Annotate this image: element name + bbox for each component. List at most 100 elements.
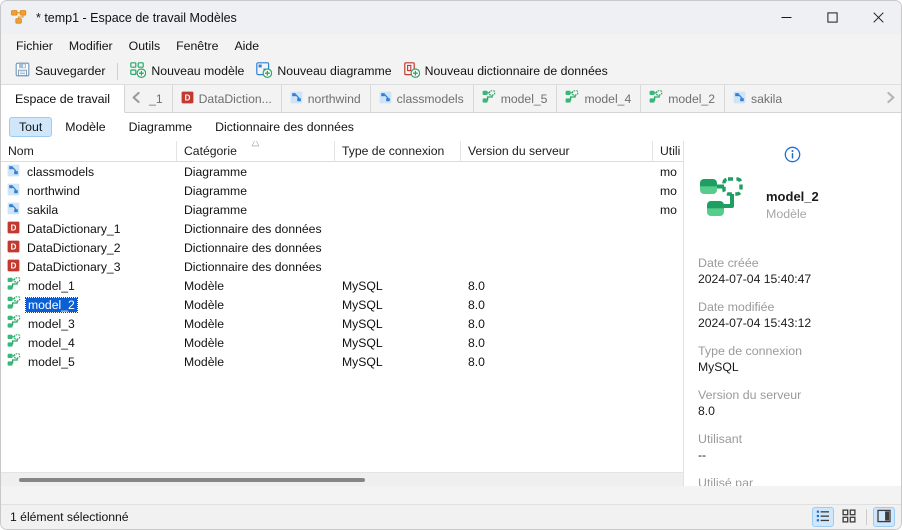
tab-partial-1[interactable]: _1	[147, 85, 172, 112]
info-circle-icon[interactable]	[784, 146, 801, 166]
diagram-icon	[7, 183, 20, 199]
table-row[interactable]: D DataDictionary_3 Dictionnaire des donn…	[1, 257, 683, 276]
table-row[interactable]: northwind Diagramme mo	[1, 181, 683, 200]
close-button[interactable]	[855, 1, 901, 34]
column-header-nom[interactable]: Nom	[1, 141, 177, 161]
filter-dictionnaire[interactable]: Dictionnaire des données	[205, 117, 364, 137]
tab-model-5[interactable]: model_5	[472, 85, 557, 112]
toolbar-separator	[117, 62, 119, 80]
column-label: Utili	[660, 144, 681, 158]
cell-version: 8.0	[468, 297, 485, 312]
tab-sakila[interactable]: sakila	[724, 85, 792, 112]
new-model-button[interactable]: Nouveau modèle	[124, 59, 250, 84]
item-list-pane: Nom △ Catégorie Type de connexion Versio…	[1, 141, 684, 486]
column-header-utilisant[interactable]: Utili	[653, 141, 683, 161]
cell-version: 8.0	[468, 278, 485, 293]
save-label: Sauvegarder	[35, 64, 106, 78]
new-diagram-icon	[256, 61, 273, 81]
detail-fields: Date créée 2024-07-04 15:40:47 Date modi…	[684, 234, 901, 486]
save-icon	[15, 62, 30, 80]
table-row[interactable]: D DataDictionary_2 Dictionnaire des donn…	[1, 238, 683, 257]
new-dictionary-icon	[403, 61, 420, 81]
column-header-version-du-serveur[interactable]: Version du serveur	[461, 141, 653, 161]
detail-title-block: model_2 Modèle	[766, 189, 819, 221]
table-row[interactable]: sakila Diagramme mo	[1, 200, 683, 219]
filter-diagramme[interactable]: Diagramme	[119, 117, 203, 137]
table-row[interactable]: classmodels Diagramme mo	[1, 162, 683, 181]
row-name: model_1	[28, 278, 75, 293]
field-label: Date créée	[698, 256, 759, 270]
list-view-icon	[816, 509, 830, 526]
tab-model-2[interactable]: model_2	[640, 85, 724, 112]
filter-bar: Tout Modèle Diagramme Dictionnaire des d…	[1, 113, 901, 141]
tab-espace-de-travail[interactable]: Espace de travail	[1, 85, 126, 113]
cell-utilisant: mo	[660, 164, 677, 179]
new-dictionary-button[interactable]: Nouveau dictionnaire de données	[398, 59, 614, 84]
grid-view-icon	[842, 508, 856, 526]
maximize-button[interactable]	[809, 1, 855, 34]
diagram-icon	[290, 91, 303, 107]
list-view-button[interactable]	[812, 507, 834, 527]
table-row[interactable]: model_4 Modèle MySQL 8.0	[1, 333, 683, 352]
filter-modele[interactable]: Modèle	[55, 117, 115, 137]
filter-tout[interactable]: Tout	[9, 117, 53, 137]
cell-nom: classmodels	[1, 164, 177, 180]
table-row[interactable]: model_5 Modèle MySQL 8.0	[1, 352, 683, 371]
table-row[interactable]: D DataDictionary_1 Dictionnaire des donn…	[1, 219, 683, 238]
detail-field-utilisant: Utilisant --	[698, 432, 901, 462]
column-header-type-de-connexion[interactable]: Type de connexion	[335, 141, 461, 161]
cell-nom: D DataDictionary_2	[1, 240, 177, 256]
tab-scroll-left-button[interactable]	[125, 85, 148, 112]
detail-panel-toggle-button[interactable]	[873, 507, 895, 527]
new-model-icon	[130, 61, 147, 81]
detail-field-date-creee: Date créée 2024-07-04 15:40:47	[698, 256, 901, 286]
model-icon	[7, 353, 21, 370]
diagram-icon	[733, 91, 746, 107]
cell-nom: northwind	[1, 183, 177, 199]
new-diagram-button[interactable]: Nouveau diagramme	[250, 59, 397, 84]
menu-item-fenetre[interactable]: Fenêtre	[169, 36, 225, 56]
tab-northwind[interactable]: northwind	[280, 85, 370, 112]
tab-label: model_4	[584, 91, 632, 106]
column-label: Version du serveur	[468, 144, 570, 158]
horizontal-scrollbar[interactable]	[1, 472, 683, 486]
cell-version: 8.0	[468, 316, 485, 331]
toolbar: Sauvegarder Nouveau modèle Nouveau diagr…	[1, 58, 901, 85]
tab-model-4[interactable]: model_4	[556, 85, 641, 112]
svg-text:D: D	[11, 261, 17, 270]
table-row[interactable]: model_2 Modèle MySQL 8.0	[1, 295, 683, 314]
column-header-categorie[interactable]: △ Catégorie	[177, 141, 335, 161]
row-name: DataDictionary_3	[27, 259, 121, 274]
table-row[interactable]: model_3 Modèle MySQL 8.0	[1, 314, 683, 333]
tab-datadictionary[interactable]: D DataDiction...	[171, 85, 281, 112]
diagram-icon	[7, 164, 20, 180]
field-label: Utilisant	[698, 432, 743, 446]
save-button[interactable]: Sauvegarder	[9, 59, 111, 83]
cell-categorie: Diagramme	[184, 183, 247, 198]
scrollbar-thumb[interactable]	[19, 477, 365, 482]
field-label: Version du serveur	[698, 388, 802, 402]
cell-categorie: Modèle	[184, 335, 224, 350]
svg-text:D: D	[11, 242, 17, 251]
table-row[interactable]: model_1 Modèle MySQL 8.0	[1, 276, 683, 295]
menu-item-aide[interactable]: Aide	[227, 36, 266, 56]
model-icon	[7, 296, 21, 313]
minimize-button[interactable]	[763, 1, 809, 34]
menu-item-outils[interactable]: Outils	[122, 36, 167, 56]
cell-nom: model_4	[1, 334, 177, 351]
row-name: model_5	[28, 354, 75, 369]
window-controls	[763, 1, 901, 34]
app-icon	[10, 9, 28, 27]
tab-label: model_2	[668, 91, 715, 106]
grid-view-button[interactable]	[838, 507, 860, 527]
field-value: --	[698, 448, 707, 462]
tab-scroll-area: _1 D DataDiction... northwind classmodel…	[147, 85, 879, 112]
detail-field-utilise-par: Utilisé par	[698, 476, 901, 486]
cell-nom: D DataDictionary_3	[1, 259, 177, 275]
menu-item-modifier[interactable]: Modifier	[62, 36, 120, 56]
menu-item-fichier[interactable]: Fichier	[9, 36, 60, 56]
tab-scroll-right-button[interactable]	[879, 85, 901, 112]
tab-classmodels[interactable]: classmodels	[369, 85, 473, 112]
row-name: northwind	[27, 183, 80, 198]
column-label: Catégorie	[184, 144, 237, 158]
